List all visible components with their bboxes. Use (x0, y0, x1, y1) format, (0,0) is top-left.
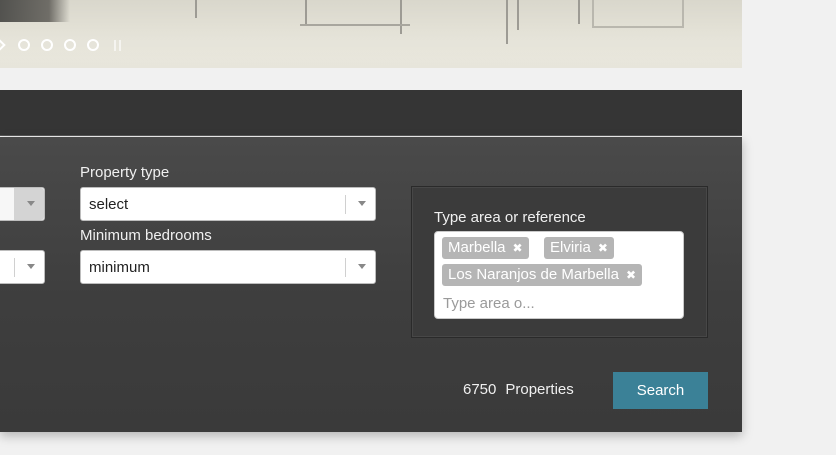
chevron-down-icon (358, 264, 366, 269)
remove-tag-icon[interactable]: ✖ (513, 237, 523, 259)
chevron-down-icon (27, 264, 35, 269)
chevron-down-icon (358, 201, 366, 206)
slider-dot[interactable] (18, 39, 30, 51)
area-tag-label: Marbella (448, 239, 506, 256)
pause-icon[interactable] (114, 39, 121, 51)
hero-furniture (0, 0, 70, 22)
chevron-down-icon (27, 201, 35, 206)
area-tag: Los Naranjos de Marbella ✖ (442, 264, 642, 286)
results-count-number: 6750 (463, 381, 497, 398)
chevron-right-icon[interactable] (0, 39, 6, 51)
area-tag-label: Los Naranjos de Marbella (448, 266, 619, 283)
slider-dot[interactable] (41, 39, 53, 51)
search-panel-header (0, 90, 742, 136)
search-button[interactable]: Search (613, 372, 708, 409)
min-bedrooms-label: Minimum bedrooms (80, 227, 212, 244)
property-type-select[interactable]: select (80, 187, 376, 221)
partial-select-1[interactable] (0, 187, 45, 221)
partial-select-2[interactable] (0, 250, 45, 284)
area-tags-input[interactable]: Marbella ✖ Elviria ✖ Los Naranjos de Mar… (434, 231, 684, 319)
slider-dot[interactable] (64, 39, 76, 51)
remove-tag-icon[interactable]: ✖ (598, 237, 608, 259)
hero-image (0, 0, 742, 68)
property-type-label: Property type (80, 164, 170, 181)
results-count: 6750 Properties (463, 381, 574, 398)
min-bedrooms-value: minimum (89, 259, 150, 276)
remove-tag-icon[interactable]: ✖ (626, 264, 636, 286)
min-bedrooms-select[interactable]: minimum (80, 250, 376, 284)
property-type-value: select (89, 196, 129, 213)
area-tag: Marbella ✖ (442, 237, 529, 259)
slider-dot[interactable] (87, 39, 99, 51)
area-label: Type area or reference (434, 209, 586, 226)
area-tag: Elviria ✖ (544, 237, 614, 259)
area-input-placeholder[interactable]: Type area o... (443, 295, 535, 312)
area-tag-label: Elviria (550, 239, 591, 256)
results-count-label: Properties (505, 381, 574, 398)
slider-controls (0, 37, 121, 53)
